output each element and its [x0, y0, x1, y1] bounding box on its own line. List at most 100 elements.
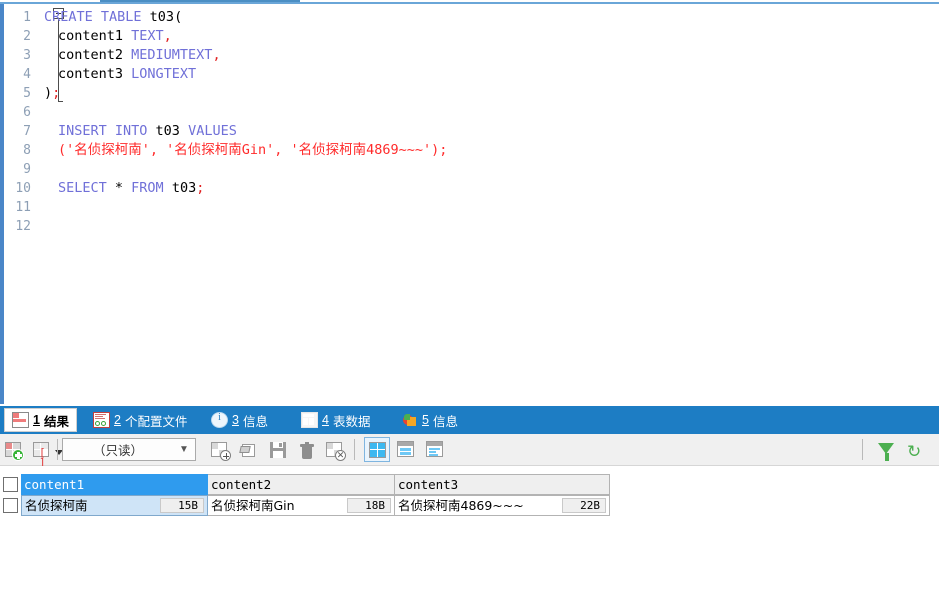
code-token: t03: [155, 123, 189, 139]
cell-size-badge: 15B: [160, 498, 204, 513]
line-number: 2: [23, 29, 31, 44]
code-token: t03: [149, 9, 175, 25]
line-number: 5: [23, 86, 31, 101]
result-tab-label: 信息: [242, 414, 268, 429]
column-header-content3[interactable]: content3: [395, 474, 610, 495]
grid-header-row: content1 content2 content3: [0, 474, 620, 495]
code-token: ;: [196, 180, 205, 196]
row-selector-cell[interactable]: [0, 495, 21, 516]
refresh-button[interactable]: ↻: [905, 438, 925, 461]
column-header-content1[interactable]: content1: [21, 474, 208, 495]
grid-view-icon: [369, 442, 386, 458]
result-tab-3[interactable]: 3信息: [204, 408, 275, 432]
refresh-icon: ↻: [907, 442, 922, 461]
result-tab-label: 信息: [432, 414, 458, 429]
result-toolbar: [ ] （只读） ▼ ✕ ↻: [0, 434, 939, 468]
sql-editor[interactable]: 1 2 3 4 5 6 7 8 9 10 11 12 CREATE TABLE t03(content…: [0, 4, 939, 404]
code-token: VALUES: [188, 123, 237, 139]
green-plus-badge-icon: [12, 449, 24, 461]
select-all-checkbox[interactable]: [3, 477, 18, 492]
chevron-down-icon[interactable]: ▼: [173, 444, 195, 455]
profile-icon: [93, 412, 110, 428]
grid-cell[interactable]: 名侦探柯南 15B: [21, 495, 208, 516]
result-tab-number: 2: [114, 413, 121, 427]
line-number: 11: [15, 200, 31, 215]
trash-icon: [300, 442, 314, 459]
code-token: ,: [163, 28, 172, 44]
result-tab-2[interactable]: 2 个配置文件: [86, 408, 194, 432]
sql-client-window: 1 2 3 4 5 6 7 8 9 10 11 12 CREATE TABLE t03(content…: [0, 0, 939, 594]
grid-options-button[interactable]: [ ]: [30, 438, 64, 468]
code-token: FROM: [131, 180, 172, 196]
discard-changes-button[interactable]: ✕: [323, 438, 347, 461]
grid-cell[interactable]: 名侦探柯南4869~~~ 22B: [395, 495, 610, 516]
sql-code-area[interactable]: CREATE TABLE t03(content1 TEXT, content2 …: [44, 4, 934, 404]
apply-changes-button[interactable]: [266, 438, 290, 461]
result-tab-label: 个配置文件: [124, 414, 188, 429]
filter-button[interactable]: [875, 438, 899, 461]
select-all-cell[interactable]: [0, 474, 21, 495]
code-token: (: [174, 9, 183, 25]
code-token: INSERT INTO: [58, 123, 156, 139]
result-tab-number: 5: [422, 413, 429, 427]
line-number: 3: [23, 48, 31, 63]
result-tab-1[interactable]: 1 结果: [4, 408, 77, 432]
toolbar-separator: [862, 439, 863, 460]
add-record-button[interactable]: [2, 438, 26, 461]
form-view-button[interactable]: [393, 437, 419, 462]
insert-record-button[interactable]: [208, 438, 232, 461]
result-tab-number: 1: [33, 413, 40, 427]
toolbar-separator: [57, 439, 58, 460]
line-number: 12: [15, 219, 31, 234]
code-token: content2: [58, 47, 132, 63]
code-token: MEDIUMTEXT: [131, 47, 213, 63]
code-token: content1: [58, 28, 132, 44]
row-checkbox[interactable]: [3, 498, 18, 513]
code-token: TEXT: [131, 28, 164, 44]
result-tab-5[interactable]: 5 信息: [396, 408, 465, 432]
result-tab-label: 表数据: [332, 414, 371, 429]
info-icon: [211, 412, 228, 428]
code-token: ;: [52, 85, 61, 101]
grid-mode-select[interactable]: （只读） ▼: [62, 438, 196, 461]
save-disk-icon: [270, 442, 286, 458]
text-view-button[interactable]: [422, 437, 448, 462]
line-number: 7: [23, 124, 31, 139]
line-number: 1: [23, 10, 31, 25]
result-tab-bar: 1结果2个配置文件3信息4表数据5信息: [0, 406, 939, 434]
cancel-badge-icon: ✕: [335, 450, 346, 461]
grid-mode-value: （只读）: [92, 444, 143, 458]
code-line: INSERT INTO t03 VALUES: [58, 122, 237, 141]
table-data-icon: [301, 412, 318, 428]
line-number-gutter: 1 2 3 4 5 6 7 8 9 10 11 12: [4, 4, 34, 404]
cell-value: 名侦探柯南4869~~~: [398, 498, 524, 513]
code-token: LONGTEXT: [131, 66, 197, 82]
code-token: *: [114, 180, 132, 196]
cell-size-badge: 18B: [347, 498, 391, 513]
column-header-content2[interactable]: content2: [208, 474, 395, 495]
form-view-icon: [397, 441, 414, 457]
grid-cell[interactable]: 名侦探柯南Gin 18B: [208, 495, 395, 516]
code-line: content1 TEXT,: [58, 27, 172, 46]
code-token: ,: [212, 47, 221, 63]
result-tab-4[interactable]: 4 表数据: [294, 408, 377, 432]
code-token: ): [44, 85, 53, 101]
line-number: 6: [23, 105, 31, 120]
code-line: content3 LONGTEXT: [58, 65, 196, 84]
code-line: );: [44, 84, 60, 103]
result-grid[interactable]: content1 content2 content3 名侦探柯南 15B 名侦探柯南Gin…: [0, 466, 939, 594]
delete-record-button[interactable]: [295, 438, 319, 461]
code-token: t03: [171, 180, 197, 196]
edit-record-button[interactable]: [237, 438, 261, 461]
line-number: 4: [23, 67, 31, 82]
cell-value: 名侦探柯南Gin: [211, 498, 295, 513]
toolbar-separator: [354, 439, 355, 460]
line-number: 10: [15, 181, 31, 196]
line-number: 9: [23, 162, 31, 177]
table-row[interactable]: 名侦探柯南 15B 名侦探柯南Gin 18B 名侦探柯南4869~~~ 22B: [0, 495, 620, 516]
grid-view-button[interactable]: [364, 437, 390, 462]
cell-size-badge: 22B: [562, 498, 606, 513]
result-tab-label: 结果: [43, 414, 69, 429]
filter-funnel-icon: [878, 443, 895, 461]
code-line: CREATE TABLE t03(: [44, 8, 182, 27]
